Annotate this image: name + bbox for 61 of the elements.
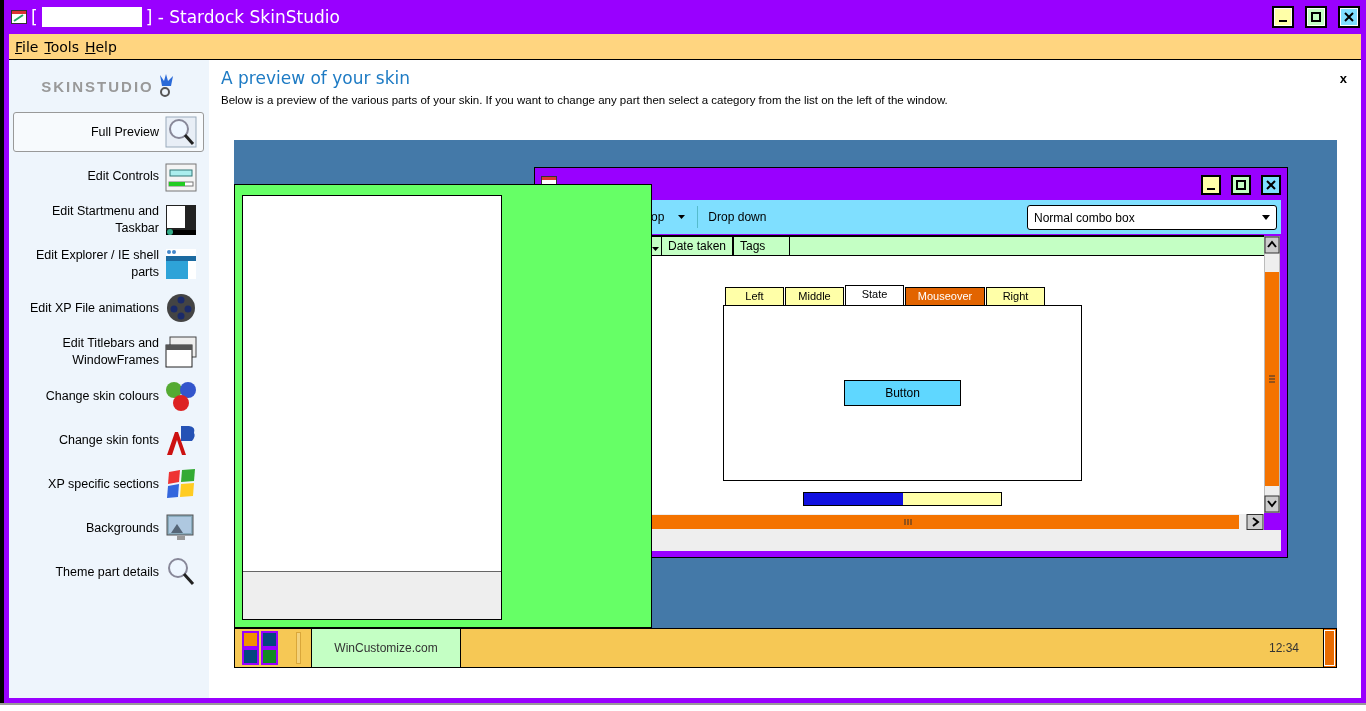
- clock: 12:34: [1268, 641, 1299, 655]
- maximize-icon: [1311, 12, 1321, 22]
- show-desktop-button[interactable]: [1323, 629, 1336, 667]
- search-icon: [165, 556, 197, 588]
- close-icon: [1344, 12, 1354, 22]
- minimize-icon: [1207, 187, 1215, 190]
- window-title: [: [31, 7, 38, 27]
- sidebar-item[interactable]: Theme part details: [13, 552, 204, 592]
- windows-icon: [165, 336, 197, 368]
- window-title: ] - Stardock SkinStudio: [145, 7, 340, 27]
- sidebar-item[interactable]: Edit Explorer / IE shell parts: [13, 244, 204, 284]
- minimize-button[interactable]: [1272, 6, 1294, 28]
- sidebar-item[interactable]: Backgrounds: [13, 508, 204, 548]
- menu-item[interactable]: File: [15, 38, 39, 55]
- flag-icon: [165, 468, 197, 500]
- combo-box[interactable]: Normal combo box: [1027, 205, 1277, 230]
- film-reel-icon: [165, 292, 197, 324]
- sidebar-item[interactable]: Change skin colours: [13, 376, 204, 416]
- maximize-icon: [1236, 180, 1246, 190]
- page-heading: A preview of your skin: [221, 68, 411, 88]
- vertical-scrollbar[interactable]: [1264, 236, 1280, 513]
- start-button[interactable]: [242, 631, 278, 665]
- preview-button[interactable]: Button: [844, 380, 961, 406]
- sidebar-item[interactable]: Edit XP File animations: [13, 288, 204, 328]
- logo: SKINSTUDIO: [41, 77, 154, 95]
- sidebar-item[interactable]: XP specific sections: [13, 464, 204, 504]
- minimize-icon: [1279, 19, 1287, 22]
- menu-item[interactable]: Tools: [44, 38, 79, 55]
- close-button[interactable]: [1261, 175, 1281, 195]
- minimize-button[interactable]: [1201, 175, 1221, 195]
- controls-icon: [165, 160, 197, 192]
- taskbar-grip: [296, 632, 301, 664]
- caret-icon: [1262, 215, 1270, 220]
- sidebar-item[interactable]: Edit Controls: [13, 156, 204, 196]
- toolbar-button[interactable]: Drop down: [708, 208, 767, 226]
- menu-item[interactable]: Help: [84, 38, 117, 55]
- explorer-icon: [165, 248, 197, 280]
- font-icon: [165, 424, 197, 456]
- tab[interactable]: Left: [725, 287, 784, 305]
- close-icon: [1266, 180, 1276, 190]
- sidebar-item[interactable]: Change skin fonts: [13, 420, 204, 460]
- maximize-button[interactable]: [1231, 175, 1251, 195]
- tab[interactable]: State: [845, 285, 904, 305]
- sidebar-item[interactable]: Edit Titlebars and WindowFrames: [13, 332, 204, 372]
- horizontal-scrollbar[interactable]: [652, 514, 1264, 530]
- color-balls-icon: [165, 380, 197, 412]
- tab[interactable]: Right: [986, 287, 1045, 305]
- sidebar-item[interactable]: Full Preview: [13, 112, 204, 152]
- app-icon: [11, 10, 27, 24]
- close-button[interactable]: x: [1339, 70, 1347, 86]
- description: Below is a preview of the various parts of your skin. If you want to change any part then select a category from the list on the left of the window.: [221, 94, 949, 106]
- maximize-button[interactable]: [1305, 6, 1327, 28]
- toolbar-dropdown[interactable]: op: [651, 208, 686, 226]
- sidebar-item[interactable]: Edit Startmenu and Taskbar: [13, 200, 204, 240]
- close-button[interactable]: [1338, 6, 1360, 28]
- magnifier-icon: [165, 116, 197, 148]
- caret-icon: [678, 215, 686, 219]
- taskbar-icon: [165, 204, 197, 236]
- tab[interactable]: Middle: [785, 287, 844, 305]
- taskbar-button[interactable]: WinCustomize.com: [311, 629, 461, 667]
- column-header[interactable]: Date taken: [661, 237, 732, 255]
